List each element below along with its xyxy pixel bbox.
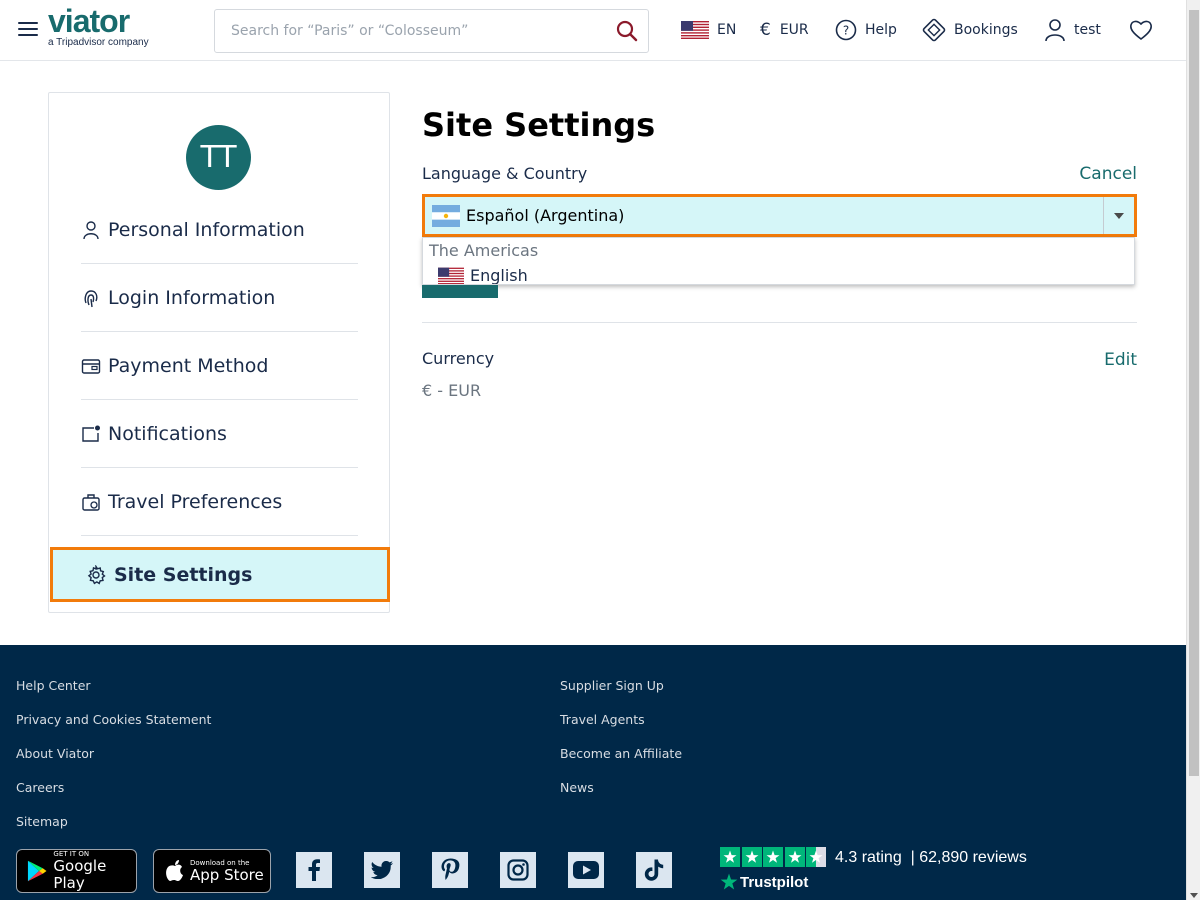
wishlist-link[interactable] — [1129, 16, 1153, 44]
language-select[interactable]: Español (Argentina) — [422, 194, 1137, 237]
user-icon — [1045, 19, 1065, 42]
tiktok-icon[interactable] — [636, 852, 672, 888]
instagram-icon[interactable] — [500, 852, 536, 888]
footer-link-careers[interactable]: Careers — [16, 780, 64, 795]
search-box — [214, 9, 649, 53]
cancel-link[interactable]: Cancel — [1079, 164, 1137, 184]
youtube-icon[interactable] — [568, 852, 604, 888]
sidebar-item-label: Site Settings — [114, 563, 253, 586]
scrollbar-thumb[interactable] — [1189, 10, 1199, 776]
google-play-icon — [27, 860, 47, 882]
bookings-label: Bookings — [954, 22, 1018, 38]
footer-link-news[interactable]: News — [560, 780, 594, 795]
site-header: viator a Tripadvisor company EN € EUR ? … — [0, 0, 1186, 61]
language-label: EN — [717, 22, 737, 38]
sidebar-item-travel-preferences[interactable]: Travel Preferences — [81, 468, 358, 536]
sidebar-item-label: Personal Information — [108, 218, 305, 241]
facebook-icon[interactable] — [296, 852, 332, 888]
star-icon — [763, 847, 783, 867]
dropdown-option-english[interactable]: English — [438, 266, 528, 285]
footer-link-supplier-signup[interactable]: Supplier Sign Up — [560, 678, 664, 693]
language-dropdown-list: The Americas English — [422, 237, 1135, 285]
pinterest-icon[interactable] — [432, 852, 468, 888]
trustpilot-star-icon — [720, 873, 738, 890]
sidebar-item-label: Payment Method — [108, 354, 269, 377]
footer-link-help-center[interactable]: Help Center — [16, 678, 91, 693]
us-flag-icon — [438, 267, 464, 284]
section-divider — [422, 322, 1137, 323]
menu-icon[interactable] — [18, 22, 38, 38]
help-icon: ? — [835, 19, 857, 41]
trustpilot-label: Trustpilot — [740, 873, 809, 891]
page-title: Site Settings — [422, 106, 656, 144]
dropdown-option-label: English — [470, 266, 528, 285]
page-scrollbar[interactable] — [1186, 0, 1200, 900]
help-label: Help — [865, 22, 897, 38]
search-icon[interactable] — [615, 19, 639, 43]
currency-selector[interactable]: € EUR — [760, 16, 809, 44]
sidebar-item-label: Notifications — [108, 422, 227, 445]
svg-text:?: ? — [843, 24, 849, 38]
star-icon — [720, 847, 740, 867]
footer-link-affiliate[interactable]: Become an Affiliate — [560, 746, 682, 761]
person-icon — [83, 220, 99, 239]
sidebar-item-label: Travel Preferences — [108, 490, 283, 513]
footer-link-privacy[interactable]: Privacy and Cookies Statement — [16, 712, 211, 727]
help-link[interactable]: ? Help — [835, 16, 897, 44]
sidebar-item-label: Login Information — [108, 286, 276, 309]
heart-icon — [1130, 20, 1152, 41]
avatar[interactable]: TT — [186, 125, 251, 190]
chevron-down-icon[interactable] — [1103, 197, 1134, 234]
dropdown-group-label: The Americas — [429, 241, 539, 260]
footer-link-travel-agents[interactable]: Travel Agents — [560, 712, 645, 727]
currency-label: Currency — [422, 349, 495, 368]
star-icon — [741, 847, 762, 867]
bookings-link[interactable]: Bookings — [922, 16, 1018, 44]
account-sidebar: TT Personal Information Login Informatio… — [48, 92, 390, 613]
euro-icon: € — [760, 20, 771, 40]
wallet-icon — [81, 358, 101, 374]
currency-value: € - EUR — [422, 381, 482, 400]
gear-icon — [87, 564, 106, 584]
sidebar-item-payment-method[interactable]: Payment Method — [81, 332, 358, 400]
fingerprint-icon — [84, 289, 98, 307]
footer-link-sitemap[interactable]: Sitemap — [16, 814, 68, 829]
sidebar-item-personal-information[interactable]: Personal Information — [81, 196, 358, 264]
apple-icon — [166, 860, 183, 881]
luggage-icon — [82, 493, 100, 511]
logo-tagline: a Tripadvisor company — [48, 37, 149, 48]
sidebar-item-login-information[interactable]: Login Information — [81, 264, 358, 332]
twitter-icon[interactable] — [364, 852, 400, 888]
logo-wordmark: viator — [48, 3, 130, 39]
star-icon — [784, 847, 805, 867]
edit-currency-link[interactable]: Edit — [1104, 350, 1137, 370]
account-link[interactable]: test — [1044, 16, 1101, 44]
site-footer: Help Center Privacy and Cookies Statemen… — [0, 645, 1186, 900]
argentina-flag-icon — [432, 204, 460, 227]
footer-link-about[interactable]: About Viator — [16, 746, 94, 761]
save-button[interactable] — [422, 285, 498, 298]
app-store-big-text: App Store — [190, 865, 264, 884]
us-flag-icon — [681, 21, 709, 39]
trustpilot-logo[interactable]: Trustpilot — [720, 873, 808, 891]
sidebar-item-notifications[interactable]: Notifications — [81, 400, 358, 468]
username-label: test — [1074, 22, 1101, 38]
viator-logo[interactable]: viator a Tripadvisor company — [48, 4, 149, 48]
search-input[interactable] — [215, 10, 595, 52]
currency-label: EUR — [779, 22, 809, 38]
scroll-down-arrow[interactable] — [1190, 893, 1198, 898]
google-play-big-text: Google Play — [53, 857, 107, 892]
trustpilot-rating: 4.3 rating | 62,890 reviews — [835, 849, 1027, 866]
language-select-value: Español (Argentina) — [466, 206, 625, 225]
language-country-label: Language & Country — [422, 164, 588, 183]
language-selector[interactable]: EN — [681, 16, 736, 44]
half-star-icon — [806, 847, 826, 867]
ticket-icon — [922, 18, 946, 42]
sidebar-item-site-settings[interactable]: Site Settings — [50, 547, 390, 602]
trustpilot-stars — [720, 847, 828, 867]
google-play-button[interactable]: GET IT ON Google Play — [16, 849, 137, 893]
notification-icon — [82, 425, 100, 442]
app-store-button[interactable]: Download on the App Store — [153, 849, 271, 893]
